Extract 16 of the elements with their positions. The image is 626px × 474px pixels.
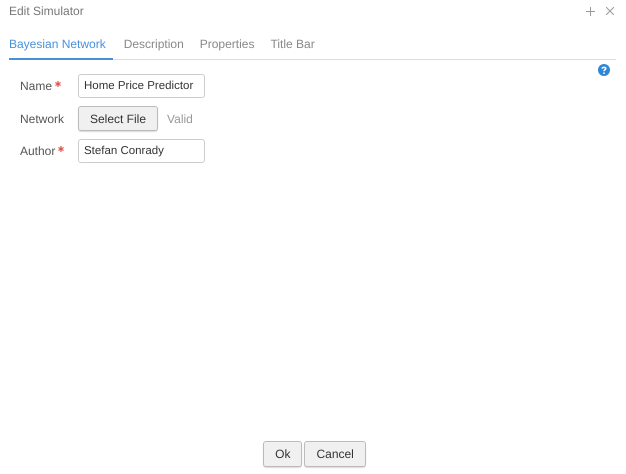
window-title: Edit Simulator (9, 4, 84, 18)
status-text: Valid (167, 112, 193, 126)
input-field[interactable]: Stefan Conrady (78, 139, 205, 163)
add-icon[interactable] (586, 6, 595, 16)
select-file-button[interactable]: Select File (78, 106, 158, 131)
field-label: Name (20, 79, 52, 93)
help-icon[interactable] (598, 64, 610, 76)
tab[interactable]: Description (124, 33, 189, 60)
tab[interactable]: Properties (200, 33, 260, 60)
field-label: Network (20, 112, 64, 126)
tab[interactable]: Title Bar (270, 33, 320, 60)
cancel-button[interactable]: Cancel (304, 441, 366, 467)
input-field[interactable]: Home Price Predictor (78, 74, 205, 98)
ok-button[interactable]: Ok (263, 441, 302, 467)
close-icon[interactable] (606, 7, 614, 15)
field-label: Author (20, 144, 56, 158)
